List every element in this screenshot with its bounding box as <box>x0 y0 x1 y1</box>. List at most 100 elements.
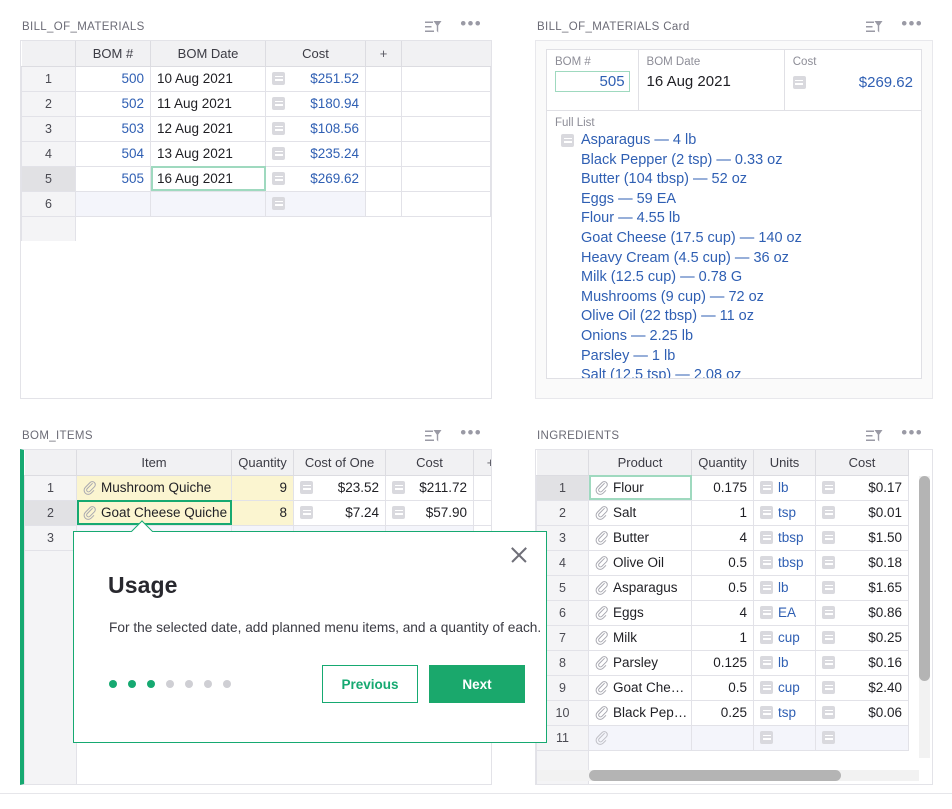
card-field-cost[interactable]: Cost $269.62 <box>785 50 921 110</box>
cell-cost[interactable]: $0.06 <box>816 700 909 725</box>
table-row-new[interactable]: 6 <box>22 191 491 216</box>
cell-units[interactable]: cup <box>754 675 816 700</box>
field-value[interactable]: 16 Aug 2021 <box>647 71 776 90</box>
sort-filter-icon[interactable] <box>425 429 442 444</box>
cell-cost[interactable]: $0.86 <box>816 600 909 625</box>
step-dot[interactable] <box>223 680 231 688</box>
table-row-new[interactable]: 11 <box>537 725 909 750</box>
cell-cost[interactable]: $1.65 <box>816 575 909 600</box>
cell-cost[interactable]: $269.62 <box>266 166 366 191</box>
table-row[interactable]: 2Salt1tsp$0.01 <box>537 500 909 525</box>
list-item[interactable]: Flour — 4.55 lb <box>555 209 913 229</box>
cell-quantity[interactable]: 1 <box>692 500 754 525</box>
cell-cost[interactable]: $0.17 <box>816 475 909 500</box>
cell-product[interactable] <box>589 725 692 750</box>
previous-button[interactable]: Previous <box>322 665 418 703</box>
cell-cost[interactable]: $108.56 <box>266 116 366 141</box>
col-product[interactable]: Product <box>589 450 692 475</box>
cell-cost[interactable]: $0.16 <box>816 650 909 675</box>
vertical-scrollbar[interactable] <box>919 476 930 758</box>
list-item[interactable]: Asparagus — 4 lb <box>555 131 913 151</box>
cell-bom-date[interactable] <box>151 191 266 216</box>
list-item[interactable]: Olive Oil (22 tbsp) — 11 oz <box>555 307 913 327</box>
step-dot[interactable] <box>204 680 212 688</box>
step-dot[interactable] <box>109 680 117 688</box>
table-row[interactable]: 7Milk1cup$0.25 <box>537 625 909 650</box>
cell-units[interactable]: tbsp <box>754 525 816 550</box>
cell-cost-of-one[interactable]: $7.24 <box>294 500 386 525</box>
row-number[interactable]: 4 <box>22 141 76 166</box>
cell-quantity[interactable]: 4 <box>692 600 754 625</box>
list-item[interactable]: Onions — 2.25 lb <box>555 327 913 347</box>
sort-filter-icon[interactable] <box>425 20 442 35</box>
sort-filter-icon[interactable] <box>866 429 883 444</box>
col-add-field-button[interactable]: + <box>474 450 493 475</box>
cell-quantity[interactable]: 0.5 <box>692 575 754 600</box>
cell-bom-number[interactable]: 502 <box>76 91 151 116</box>
list-item[interactable]: Mushrooms (9 cup) — 72 oz <box>555 288 913 308</box>
col-rownum[interactable] <box>22 41 76 66</box>
col-cost[interactable]: Cost <box>266 41 366 66</box>
cell-product[interactable]: Asparagus <box>589 575 692 600</box>
table-row[interactable]: 4Olive Oil0.5tbsp$0.18 <box>537 550 909 575</box>
field-value-selected[interactable]: 505 <box>555 71 630 92</box>
row-number[interactable]: 2 <box>537 500 589 525</box>
col-cost[interactable]: Cost <box>386 450 474 475</box>
ellipsis-icon[interactable]: ••• <box>460 429 482 443</box>
ingredients-grid[interactable]: Product Quantity Units Cost 1Flour0.175l… <box>536 450 909 785</box>
cell-cost-of-one[interactable]: $23.52 <box>294 475 386 500</box>
cell-item[interactable]: Mushroom Quiche <box>77 475 232 500</box>
row-number[interactable]: 1 <box>537 475 589 500</box>
list-item[interactable]: Eggs — 59 EA <box>555 190 913 210</box>
col-item[interactable]: Item <box>77 450 232 475</box>
next-button[interactable]: Next <box>429 665 525 703</box>
cell-bom-number[interactable]: 505 <box>76 166 151 191</box>
step-dot[interactable] <box>147 680 155 688</box>
step-dot[interactable] <box>128 680 136 688</box>
card-field-bom-date[interactable]: BOM Date 16 Aug 2021 <box>639 50 785 110</box>
table-row[interactable]: 8Parsley0.125lb$0.16 <box>537 650 909 675</box>
row-number[interactable]: 6 <box>22 191 76 216</box>
cell-quantity[interactable]: 0.5 <box>692 550 754 575</box>
cell-bom-date[interactable]: 11 Aug 2021 <box>151 91 266 116</box>
cell-bom-number[interactable]: 500 <box>76 66 151 91</box>
horizontal-scrollbar[interactable] <box>537 770 919 781</box>
cell-product[interactable]: Butter <box>589 525 692 550</box>
cell-quantity[interactable]: 0.5 <box>692 675 754 700</box>
table-row[interactable]: 9Goat Che…0.5cup$2.40 <box>537 675 909 700</box>
cell-bom-number[interactable]: 503 <box>76 116 151 141</box>
table-row[interactable]: 6Eggs4EA$0.86 <box>537 600 909 625</box>
ellipsis-icon[interactable]: ••• <box>460 20 482 34</box>
table-row[interactable]: 3Butter4tbsp$1.50 <box>537 525 909 550</box>
col-bom-number[interactable]: BOM # <box>76 41 151 66</box>
list-item[interactable]: Salt (12.5 tsp) — 2.08 oz <box>555 366 913 379</box>
list-item[interactable]: Parsley — 1 lb <box>555 347 913 367</box>
cell-product[interactable]: Milk <box>589 625 692 650</box>
close-icon[interactable] <box>506 542 532 568</box>
cell-product[interactable]: Salt <box>589 500 692 525</box>
cell-bom-number[interactable]: 504 <box>76 141 151 166</box>
cell-bom-number[interactable] <box>76 191 151 216</box>
cell-units[interactable]: lb <box>754 475 816 500</box>
cell-cost[interactable]: $0.18 <box>816 550 909 575</box>
cell-units[interactable]: EA <box>754 600 816 625</box>
cell-product[interactable]: Goat Che… <box>589 675 692 700</box>
cell-bom-date[interactable]: 13 Aug 2021 <box>151 141 266 166</box>
cell-cost[interactable]: $235.24 <box>266 141 366 166</box>
list-item[interactable]: Milk (12.5 cup) — 0.78 G <box>555 268 913 288</box>
list-item[interactable]: Heavy Cream (4.5 cup) — 36 oz <box>555 249 913 269</box>
cell-quantity[interactable]: 0.25 <box>692 700 754 725</box>
row-number[interactable]: 5 <box>22 166 76 191</box>
cell-cost[interactable]: $2.40 <box>816 675 909 700</box>
row-number[interactable]: 3 <box>25 525 77 550</box>
row-number[interactable]: 2 <box>25 500 77 525</box>
cell-cost[interactable] <box>266 191 366 216</box>
list-item[interactable]: Black Pepper (2 tsp) — 0.33 oz <box>555 151 913 171</box>
cell-product[interactable]: Eggs <box>589 600 692 625</box>
ellipsis-icon[interactable]: ••• <box>901 20 923 34</box>
col-quantity[interactable]: Quantity <box>692 450 754 475</box>
cell-units[interactable]: tsp <box>754 500 816 525</box>
table-row[interactable]: 2 Goat Cheese Quiche 8 $7.24 <box>25 500 493 525</box>
row-number[interactable]: 3 <box>22 116 76 141</box>
scrollbar-thumb[interactable] <box>589 770 841 781</box>
